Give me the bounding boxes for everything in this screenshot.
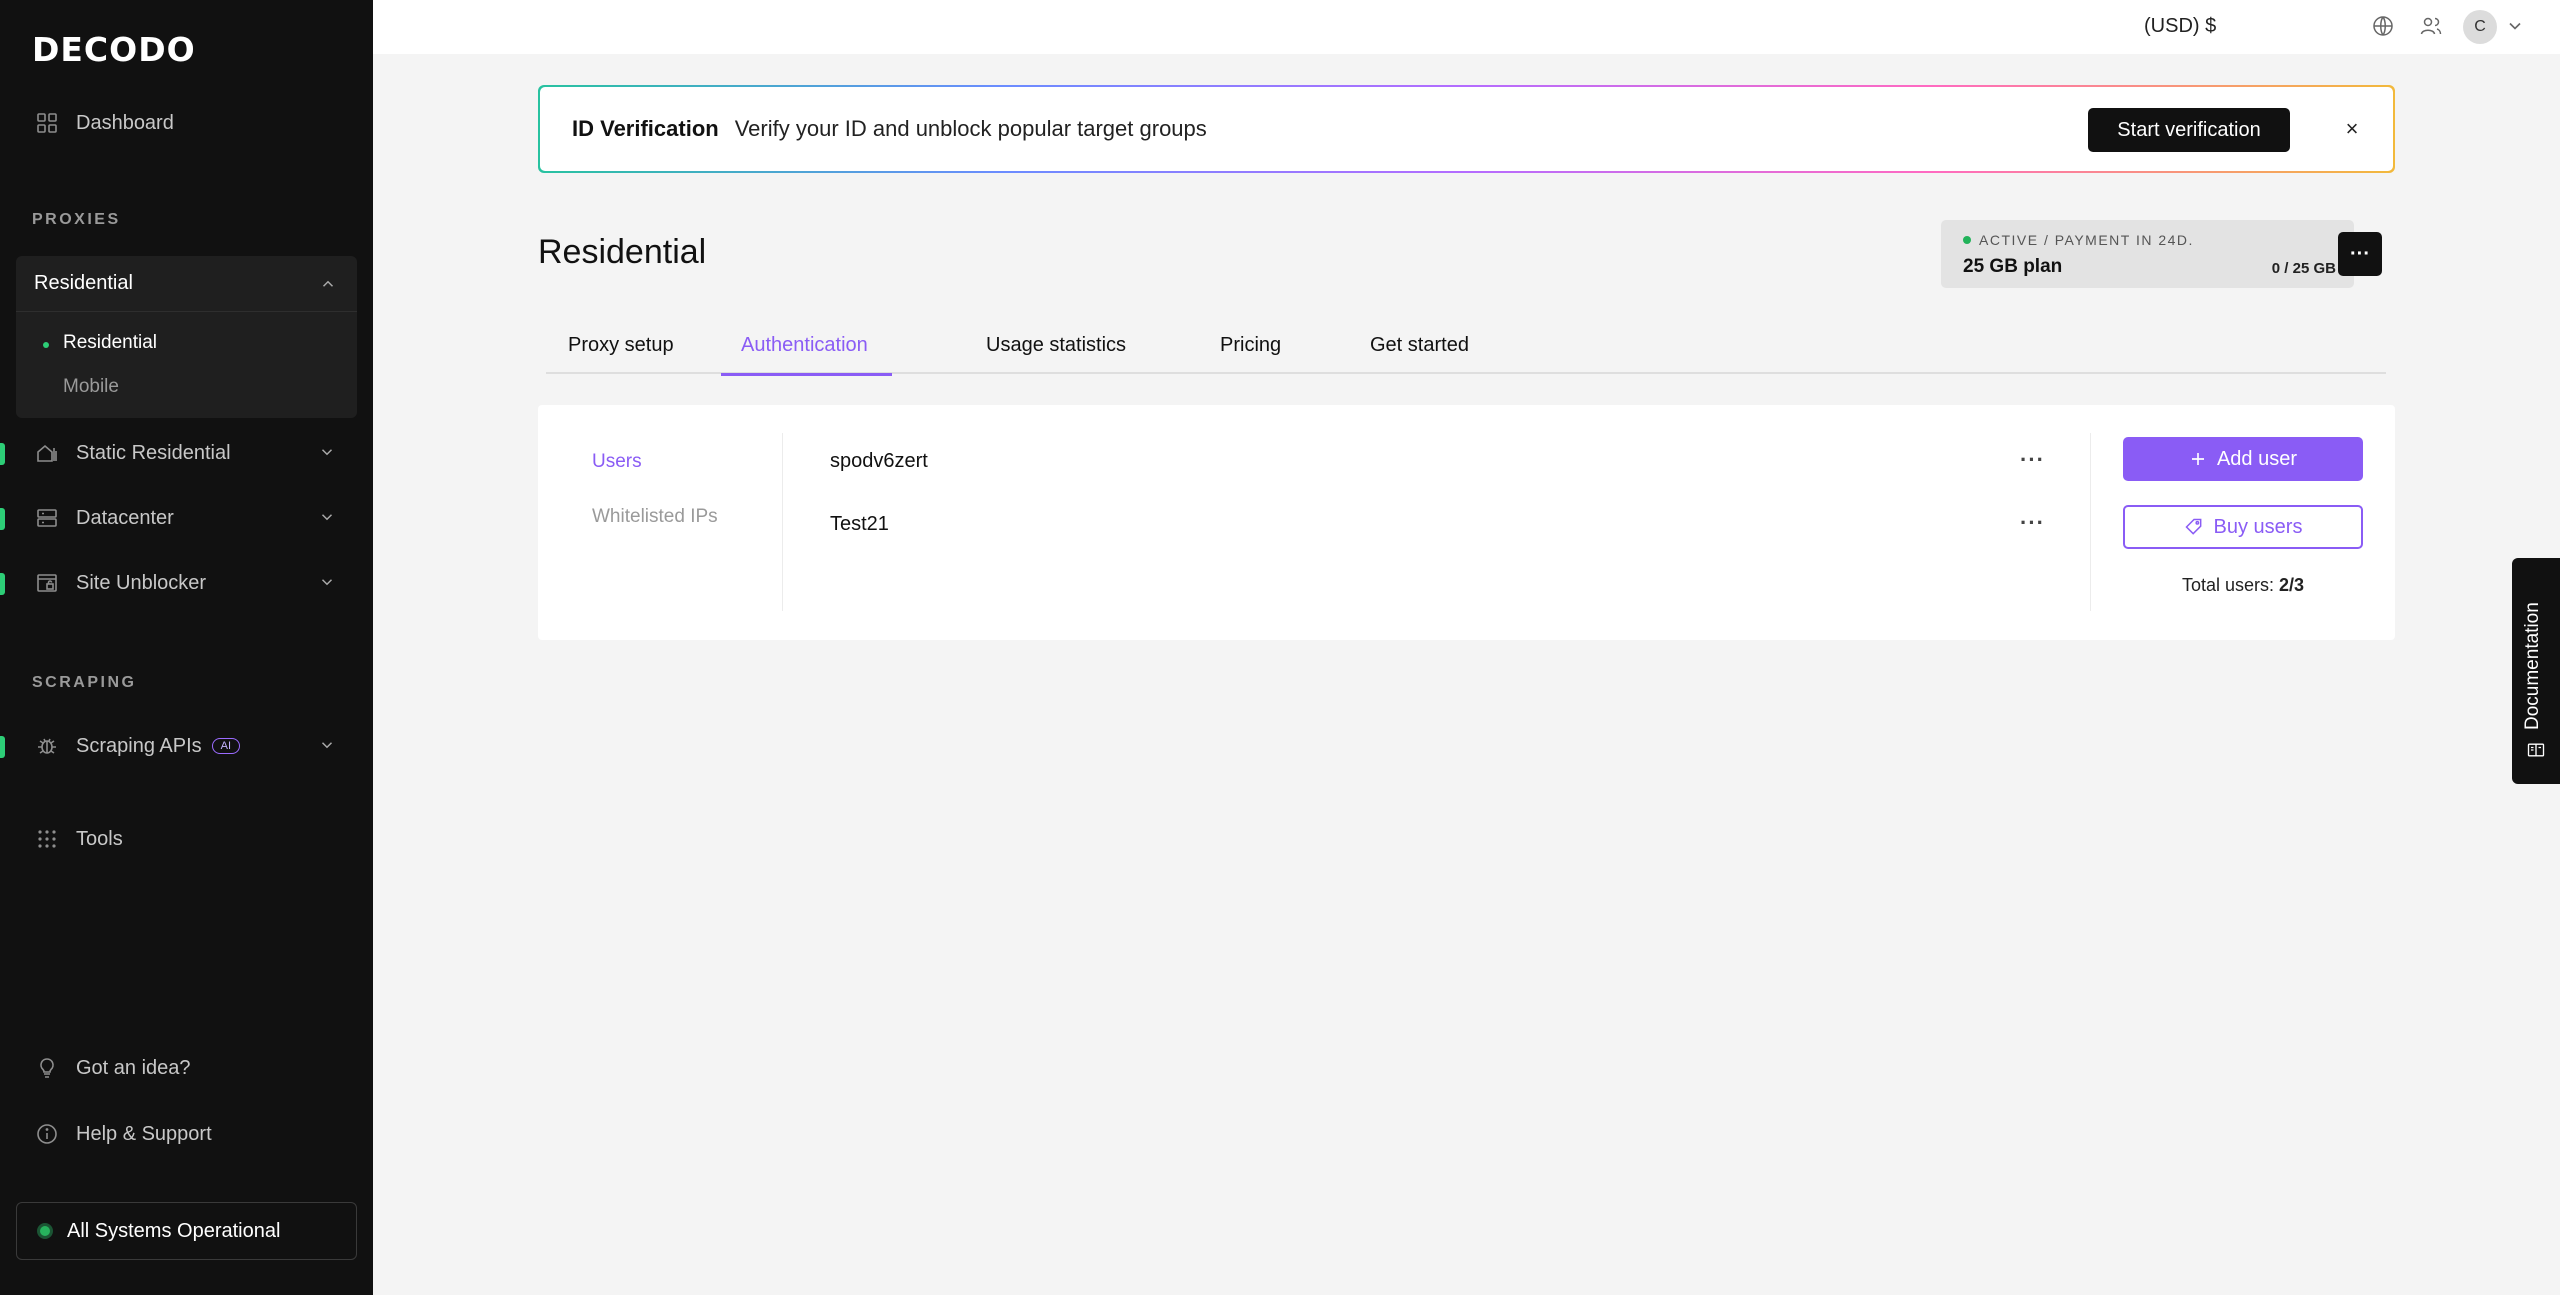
chevron-down-icon [321,514,333,521]
subnav-whitelisted-ips[interactable]: Whitelisted IPs [592,506,718,528]
sidebar-item-label: Help & Support [76,1122,212,1145]
avatar[interactable]: C [2463,10,2497,44]
total-users-value: 2/3 [2279,575,2305,595]
sidebar-item-datacenter[interactable]: Datacenter [16,494,356,542]
active-indicator [0,508,5,530]
sidebar-item-label: Datacenter [76,506,174,529]
user-more-button[interactable]: ··· [2020,510,2045,536]
sidebar-subitem-residential[interactable]: Residential [63,332,157,354]
buy-users-button[interactable]: Buy users [2123,505,2363,549]
active-indicator [0,443,5,465]
plus-icon [2191,453,2204,465]
sidebar-item-scraping-apis[interactable]: Scraping APIs AI [16,722,356,770]
sidebar-item-label: Tools [76,827,123,850]
active-indicator [0,736,5,758]
grid-dots-icon [34,826,60,852]
sidebar-item-residential[interactable]: Residential [16,256,357,312]
user-name: spodv6zert [830,450,928,472]
info-icon [34,1121,60,1147]
active-indicator [0,573,5,595]
status-label: All Systems Operational [67,1219,281,1242]
subnav-users[interactable]: Users [592,451,642,473]
status-dot-icon [37,1223,53,1239]
buy-users-label: Buy users [2213,515,2303,538]
tab-pricing[interactable]: Pricing [1220,334,1281,376]
plan-name: 25 GB plan [1963,256,2063,277]
add-user-button[interactable]: Add user [2123,437,2363,481]
page-title: Residential [538,233,707,271]
lightbulb-icon [34,1055,60,1081]
static-residential-icon [34,440,60,466]
globe-icon[interactable] [2371,14,2395,38]
sidebar-item-help-support[interactable]: Help & Support [16,1110,356,1158]
sidebar-item-label: Site Unblocker [76,571,207,594]
banner-text: Verify your ID and unblock popular targe… [734,116,1207,141]
plan-more-button[interactable]: ··· [2338,232,2382,276]
dashboard-icon [34,110,60,136]
system-status[interactable]: All Systems Operational [16,1202,357,1260]
documentation-label: Documentation [2522,602,2543,730]
sidebar-item-tools[interactable]: Tools [16,815,356,863]
chevron-up-icon [322,280,334,287]
total-users-label: Total users: [2181,575,2274,595]
authentication-panel: Users Whitelisted IPs spodv6zert ··· Tes… [538,405,2395,640]
status-dot-icon [1963,236,1971,244]
plan-status: ACTIVE / PAYMENT IN 24D. [1979,232,2194,248]
documentation-tab[interactable]: Documentation [2512,558,2560,784]
top-bar: (USD) $ C [373,0,2560,54]
id-verification-banner: ID Verification Verify your ID and unblo… [538,85,2395,173]
plan-usage: 0 / 25 GB [2271,260,2336,277]
bug-icon [34,733,60,759]
server-icon [34,505,60,531]
active-dot-icon [43,342,49,348]
sidebar-item-label: Static Residential [76,441,231,464]
tag-icon [2184,518,2201,535]
sidebar-item-label: Residential [34,272,133,294]
sidebar-item-site-unblocker[interactable]: Site Unblocker [16,559,356,607]
decodo-logo[interactable]: DECODO [32,30,196,69]
total-users: Total users: 2/3 [2123,575,2363,596]
sidebar-item-got-idea[interactable]: Got an idea? [16,1044,356,1092]
section-scraping: SCRAPING [32,674,137,691]
browser-unlock-icon [34,570,60,596]
sidebar: DECODO Dashboard PROXIES Residential Res… [0,0,373,1295]
add-user-label: Add user [2216,447,2298,470]
currency-selector[interactable]: (USD) $ [2144,15,2216,38]
sidebar-subitem-mobile[interactable]: Mobile [63,376,119,398]
divider [2090,433,2091,611]
book-icon [2527,743,2545,757]
users-icon[interactable] [2419,14,2443,38]
banner-title: ID Verification [572,116,719,141]
user-more-button[interactable]: ··· [2020,447,2045,473]
start-verification-button[interactable]: Start verification [2088,108,2290,152]
sidebar-item-dashboard[interactable]: Dashboard [16,99,356,147]
sidebar-item-label: Scraping APIs [76,734,202,757]
chevron-down-icon[interactable] [2505,16,2525,36]
chevron-down-icon [321,449,333,456]
sidebar-item-static-residential[interactable]: Static Residential [16,429,356,477]
user-name: Test21 [830,513,889,535]
chevron-down-icon [321,579,333,586]
tab-usage-statistics[interactable]: Usage statistics [986,334,1126,376]
divider [782,433,783,611]
ai-badge: AI [211,738,241,754]
tab-authentication[interactable]: Authentication [721,334,892,376]
close-icon[interactable]: × [2340,116,2364,141]
tab-bar: Proxy setup Authentication Usage statist… [546,330,2386,376]
chevron-down-icon [321,742,333,749]
tab-get-started[interactable]: Get started [1370,334,1469,376]
sidebar-item-label: Dashboard [76,111,174,134]
section-proxies: PROXIES [32,211,121,228]
plan-card: ACTIVE / PAYMENT IN 24D. 25 GB plan 0 / … [1941,220,2354,288]
sidebar-item-label: Got an idea? [76,1056,191,1079]
tab-proxy-setup[interactable]: Proxy setup [568,334,674,376]
residential-group: Residential Residential Mobile [16,256,357,418]
